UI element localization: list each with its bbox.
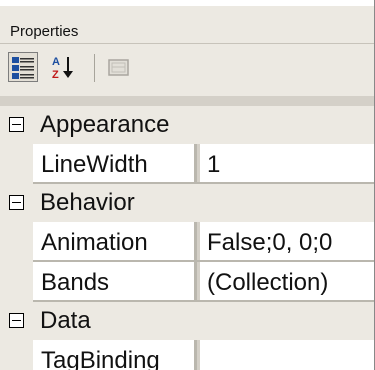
property-value: (Collection) xyxy=(207,269,329,296)
row-gutter xyxy=(0,340,33,370)
property-name: Animation xyxy=(41,229,148,256)
categorized-button[interactable] xyxy=(8,52,38,82)
property-name-cell[interactable]: Bands xyxy=(33,262,197,300)
category-behavior[interactable]: Behavior xyxy=(0,184,374,222)
property-value-cell[interactable]: 1 xyxy=(200,144,374,182)
property-name-cell[interactable]: Animation xyxy=(33,222,197,260)
collapse-icon[interactable] xyxy=(9,313,24,328)
row-gutter xyxy=(0,262,33,302)
svg-text:Z: Z xyxy=(52,69,59,81)
properties-panel: Properties A Z Appearance LineWidth 1 Be… xyxy=(0,0,375,370)
property-value-cell[interactable]: (Collection) xyxy=(200,262,374,300)
category-label: Appearance xyxy=(40,111,170,138)
collapse-icon[interactable] xyxy=(9,195,24,210)
alphabetical-button[interactable]: A Z xyxy=(48,52,78,82)
property-name: TagBinding xyxy=(41,347,160,370)
property-name-cell[interactable]: LineWidth xyxy=(33,144,197,182)
panel-title: Properties xyxy=(10,23,79,40)
property-value-cell[interactable] xyxy=(200,340,374,370)
category-data[interactable]: Data xyxy=(0,302,374,340)
toolbar-separator xyxy=(94,54,95,82)
row-gutter xyxy=(0,222,33,262)
categorized-icon xyxy=(12,57,34,79)
panel-titlebar: Properties xyxy=(0,0,374,44)
property-row-tagbinding[interactable]: TagBinding xyxy=(0,340,374,370)
category-label: Behavior xyxy=(40,189,135,216)
collapse-icon[interactable] xyxy=(9,117,24,132)
property-value: False;0, 0;0 xyxy=(207,229,333,256)
row-gutter xyxy=(0,144,33,184)
category-appearance[interactable]: Appearance xyxy=(0,106,374,144)
property-grid: Appearance LineWidth 1 Behavior Animatio… xyxy=(0,96,374,370)
property-row-animation[interactable]: Animation False;0, 0;0 xyxy=(0,222,374,262)
alphabetical-icon: A Z xyxy=(52,56,73,81)
property-value-cell[interactable]: False;0, 0;0 xyxy=(200,222,374,260)
property-name-cell[interactable]: TagBinding xyxy=(33,340,197,370)
property-name: Bands xyxy=(41,269,110,296)
property-value: 1 xyxy=(207,151,221,178)
property-pages-button[interactable] xyxy=(104,52,134,82)
property-row-linewidth[interactable]: LineWidth 1 xyxy=(0,144,374,184)
property-pages-icon xyxy=(108,59,129,76)
svg-text:A: A xyxy=(52,56,60,68)
property-name: LineWidth xyxy=(41,151,148,178)
category-label: Data xyxy=(40,307,91,334)
property-row-bands[interactable]: Bands (Collection) xyxy=(0,262,374,302)
properties-toolbar: A Z xyxy=(0,44,374,96)
